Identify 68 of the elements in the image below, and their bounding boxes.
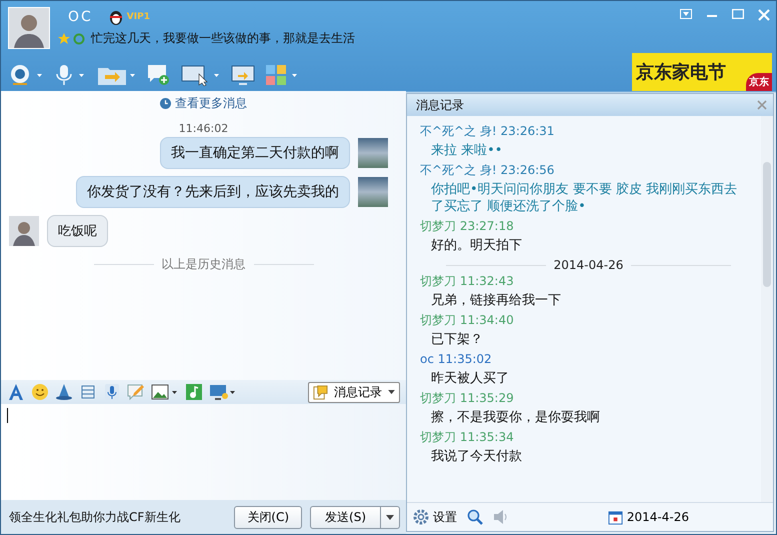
monitor-share-icon[interactable] — [231, 64, 255, 86]
panel-title: 消息记录 — [416, 96, 464, 114]
send-options-button[interactable] — [381, 506, 400, 528]
screen-pointer-icon[interactable] — [181, 64, 221, 86]
message-input-field[interactable] — [1, 404, 406, 500]
chat-add-icon[interactable] — [147, 64, 171, 86]
date-separator: 2014-04-26 — [554, 258, 624, 272]
smiley-icon[interactable] — [31, 383, 49, 401]
note-pencil-icon[interactable] — [127, 383, 145, 401]
calendar-icon — [608, 510, 623, 524]
sender-time: oc 11:35:02 — [420, 351, 493, 368]
sender-time: 不^死^之 身! 23:26:31 — [420, 123, 556, 140]
ad-tag: 京东 — [746, 73, 772, 91]
chat-bubble-icon — [313, 384, 328, 400]
sender-time: 切梦刀 11:35:29 — [420, 390, 515, 407]
history-message: 兄弟，链接再给我一下 — [430, 292, 562, 310]
music-icon[interactable] — [185, 383, 203, 401]
settings-button[interactable]: 设置 — [413, 508, 457, 526]
history-message: 昨天被人买了 — [430, 370, 510, 388]
star-icon — [58, 32, 70, 44]
gear-icon — [413, 509, 429, 525]
history-message: 好的。明天拍下 — [430, 237, 523, 255]
message-bubble: 你发货了没有？先来后到，应该先卖我的 — [76, 176, 350, 208]
search-icon[interactable] — [467, 509, 483, 525]
close-icon[interactable] — [757, 100, 767, 110]
date-picker-button[interactable]: 2014-4-26 — [608, 510, 689, 524]
caret-icon — [388, 390, 395, 394]
status-message: 忙完这几天，我要做一些该做的事，那就是去生活 — [91, 30, 355, 47]
penguin-icon — [108, 9, 123, 25]
sender-time: 切梦刀 23:27:18 — [420, 218, 515, 235]
avatar-placeholder[interactable] — [8, 7, 50, 49]
ad-title: 京东家电节 — [636, 61, 726, 84]
scrollbar[interactable] — [761, 116, 773, 502]
message-bubble: 我一直确定第二天付款的啊 — [160, 137, 350, 169]
speaker-icon[interactable] — [493, 509, 509, 525]
history-divider-label: 以上是历史消息 — [162, 256, 246, 273]
sender-time: 切梦刀 11:34:40 — [420, 312, 515, 329]
more-messages-link[interactable]: 查看更多消息 — [175, 95, 247, 112]
history-message: 来拉 来啦•• — [430, 142, 504, 160]
clock-icon — [160, 98, 171, 109]
vip-label: VIP1 — [126, 12, 150, 22]
message-bubble: 吃饭呢 — [47, 215, 108, 247]
sender-time: 不^死^之 身! 23:26:56 — [420, 162, 556, 179]
sender-time: 切梦刀 11:32:43 — [420, 273, 515, 290]
caret-icon — [386, 515, 394, 521]
message-history-button[interactable]: 消息记录 — [308, 382, 400, 402]
ad-banner[interactable]: 京东家电节 京东 — [632, 53, 772, 91]
history-message: 我说了今天付款 — [430, 448, 523, 466]
history-message: 你拍吧•明天问问你朋友 要不要 胶皮 我刚刚买东西去了买忘了 顺便还洗了个脸• — [430, 181, 738, 216]
promo-link[interactable]: 领全生化礼包助你力战CF新生化 — [9, 508, 226, 526]
message-time: 11:46:02 — [178, 122, 230, 135]
apps-grid-icon[interactable] — [265, 64, 299, 86]
history-message: 擦，不是我耍你，是你耍我啊 — [430, 409, 601, 427]
font-icon[interactable] — [7, 383, 25, 401]
webcam-icon[interactable] — [9, 64, 43, 86]
sender-time: 切梦刀 11:35:34 — [420, 429, 515, 446]
image-icon[interactable] — [151, 383, 179, 401]
screen-capture-icon[interactable] — [209, 383, 237, 401]
close-button[interactable]: 关闭(C) — [234, 506, 302, 528]
avatar-placeholder — [358, 177, 388, 207]
wizard-hat-icon[interactable] — [55, 383, 73, 401]
send-button[interactable]: 发送(S) — [310, 506, 381, 528]
history-message: 已下架？ — [430, 331, 484, 349]
avatar-placeholder — [9, 216, 39, 246]
maximize-icon[interactable] — [732, 9, 744, 19]
avatar-placeholder — [358, 138, 388, 168]
microphone-icon[interactable] — [103, 383, 121, 401]
dropdown-icon[interactable] — [680, 9, 692, 19]
